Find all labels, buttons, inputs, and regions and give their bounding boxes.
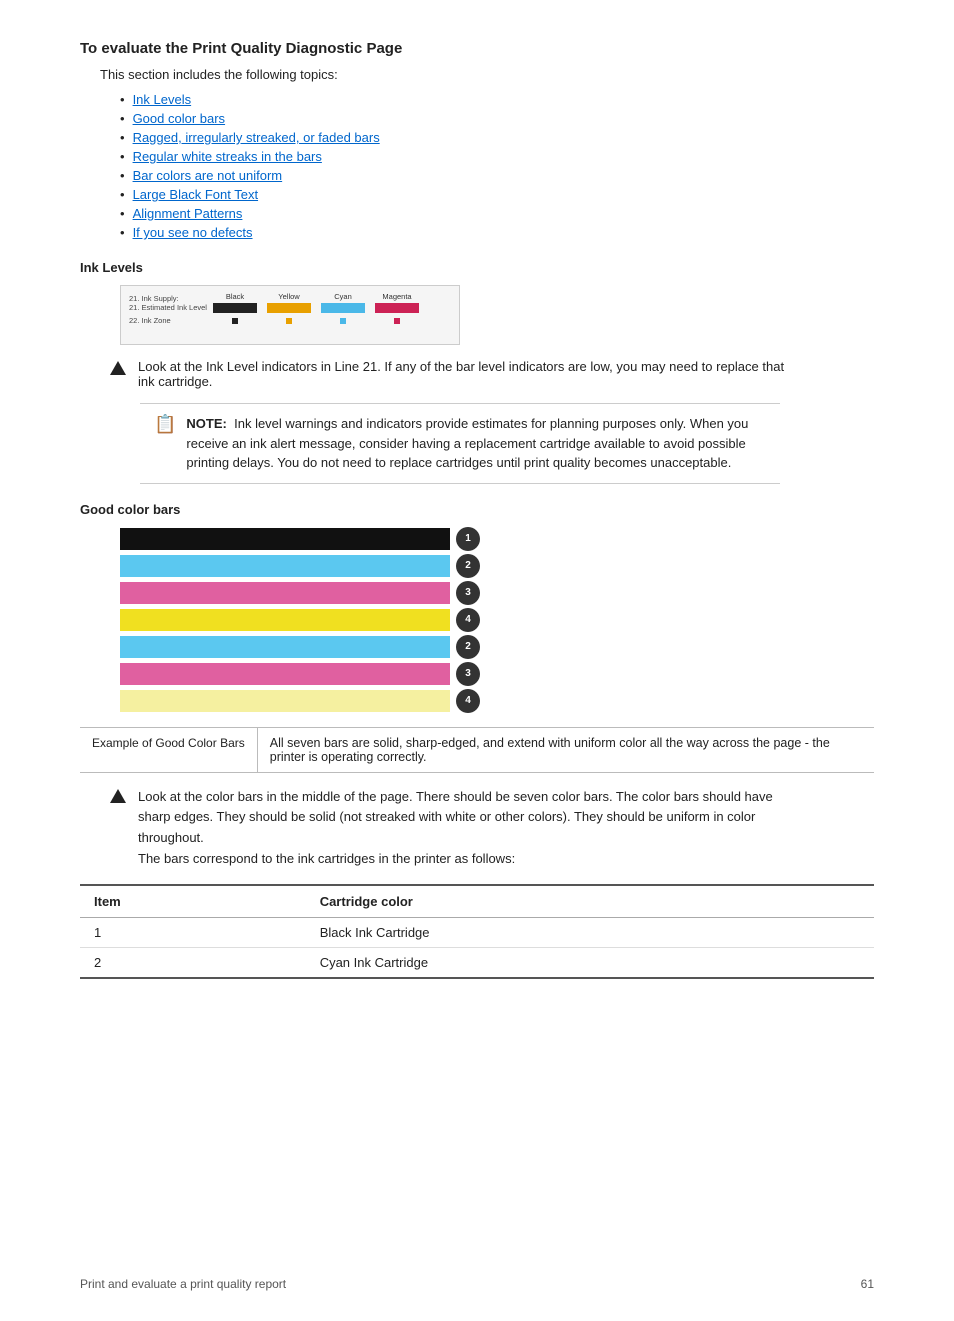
page-heading: To evaluate the Print Quality Diagnostic…: [80, 40, 874, 57]
ink-levels-heading: Ink Levels: [80, 260, 874, 275]
toc-item-5: Bar colors are not uniform: [120, 168, 874, 183]
note-label: NOTE:: [186, 416, 226, 431]
intro-text: This section includes the following topi…: [100, 67, 874, 82]
bar-number-2: 2: [456, 554, 480, 578]
toc-list: Ink Levels Good color bars Ragged, irreg…: [120, 92, 874, 240]
bar-number-6: 3: [456, 662, 480, 686]
toc-link-not-uniform[interactable]: Bar colors are not uniform: [133, 168, 283, 183]
toc-item-4: Regular white streaks in the bars: [120, 149, 874, 164]
toc-item-3: Ragged, irregularly streaked, or faded b…: [120, 130, 874, 145]
toc-link-ink-levels[interactable]: Ink Levels: [133, 92, 192, 107]
warning-triangle-icon: [110, 361, 126, 375]
color-bar-yellow: [120, 609, 450, 631]
color-bar-magenta: [120, 582, 450, 604]
color-bars-example-desc: All seven bars are solid, sharp-edged, a…: [257, 727, 874, 772]
toc-link-ragged[interactable]: Ragged, irregularly streaked, or faded b…: [133, 130, 380, 145]
table-cell-item-1: 1: [80, 917, 306, 947]
table-row: 2 Cyan Ink Cartridge: [80, 947, 874, 978]
toc-link-large-black-font[interactable]: Large Black Font Text: [133, 187, 259, 202]
page-number: 61: [861, 1277, 874, 1291]
ink-levels-warning-block: Look at the Ink Level indicators in Line…: [110, 359, 874, 389]
color-bars-example-table: Example of Good Color Bars All seven bar…: [80, 727, 874, 773]
look-triangle-icon: [110, 789, 126, 803]
ink-levels-warning-text: Look at the Ink Level indicators in Line…: [138, 359, 788, 389]
look-block: Look at the color bars in the middle of …: [110, 787, 874, 870]
note-icon: 📋: [154, 414, 176, 435]
toc-item-1: Ink Levels: [120, 92, 874, 107]
toc-link-no-defects[interactable]: If you see no defects: [133, 225, 253, 240]
color-bar-row-4: 4: [120, 608, 480, 632]
table-cell-color-2: Cyan Ink Cartridge: [306, 947, 874, 978]
toc-link-white-streaks[interactable]: Regular white streaks in the bars: [133, 149, 322, 164]
look-text: Look at the color bars in the middle of …: [138, 787, 788, 870]
bar-number-5: 2: [456, 635, 480, 659]
note-content: NOTE: Ink level warnings and indicators …: [186, 414, 766, 473]
color-bar-yellow2: [120, 690, 450, 712]
cartridge-table: Item Cartridge color 1 Black Ink Cartrid…: [80, 884, 874, 979]
table-header-item: Item: [80, 885, 306, 918]
toc-item-7: Alignment Patterns: [120, 206, 874, 221]
color-bar-row-1: 1: [120, 527, 480, 551]
color-bar-magenta2: [120, 663, 450, 685]
bar-number-7: 4: [456, 689, 480, 713]
color-bar-cyan: [120, 555, 450, 577]
good-color-bars-heading: Good color bars: [80, 502, 874, 517]
color-bar-row-2: 2: [120, 554, 480, 578]
table-cell-color-1: Black Ink Cartridge: [306, 917, 874, 947]
note-box: 📋 NOTE: Ink level warnings and indicator…: [140, 403, 780, 484]
bar-number-3: 3: [456, 581, 480, 605]
color-bar-row-6: 3: [120, 662, 480, 686]
footer-left-text: Print and evaluate a print quality repor…: [80, 1277, 286, 1291]
color-bar-row-5: 2: [120, 635, 480, 659]
note-text: Ink level warnings and indicators provid…: [186, 416, 748, 470]
color-bar-black: [120, 528, 450, 550]
color-bars-example-label: Example of Good Color Bars: [80, 727, 257, 772]
ink-levels-image: 21. Ink Supply:21. Estimated Ink Level B…: [120, 285, 460, 345]
color-bar-row-3: 3: [120, 581, 480, 605]
toc-item-8: If you see no defects: [120, 225, 874, 240]
color-bar-row-7: 4: [120, 689, 480, 713]
footer-bar: Print and evaluate a print quality repor…: [0, 1277, 954, 1291]
bar-number-1: 1: [456, 527, 480, 551]
color-bars-diagram: 1 2 3 4 2 3 4: [120, 527, 480, 713]
toc-item-2: Good color bars: [120, 111, 874, 126]
table-header-cartridge-color: Cartridge color: [306, 885, 874, 918]
toc-link-good-color-bars[interactable]: Good color bars: [133, 111, 226, 126]
bar-number-4: 4: [456, 608, 480, 632]
toc-item-6: Large Black Font Text: [120, 187, 874, 202]
toc-link-alignment[interactable]: Alignment Patterns: [133, 206, 243, 221]
table-row: 1 Black Ink Cartridge: [80, 917, 874, 947]
table-cell-item-2: 2: [80, 947, 306, 978]
color-bar-cyan2: [120, 636, 450, 658]
